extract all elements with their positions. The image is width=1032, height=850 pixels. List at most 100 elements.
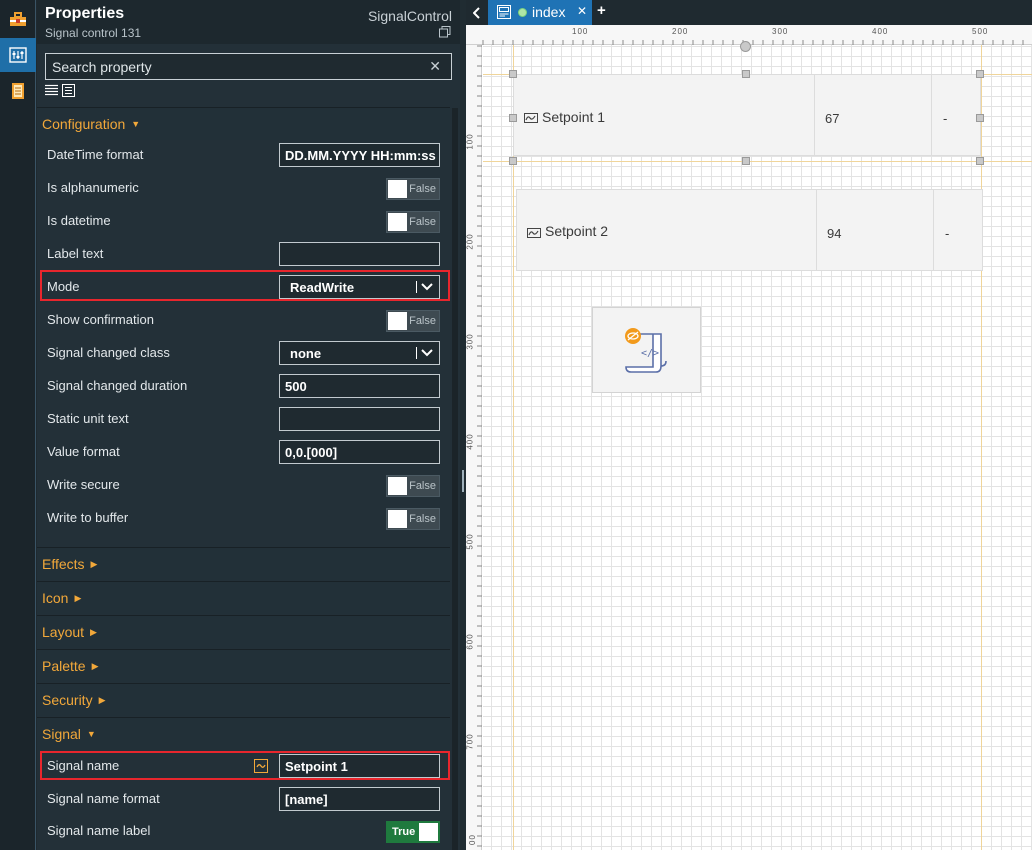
tab-index[interactable]: index ✕ (488, 0, 592, 25)
label-text-input[interactable] (279, 242, 440, 266)
add-tab-button[interactable]: + (597, 2, 606, 19)
resize-handle[interactable] (976, 70, 984, 78)
row-mode: Mode ReadWrite (37, 270, 450, 303)
prop-label: Signal changed duration (47, 378, 188, 393)
panel-scrollbar[interactable] (452, 108, 458, 850)
svg-text:</>: </> (641, 348, 659, 359)
show-confirmation-toggle[interactable]: False (386, 310, 440, 332)
signal-name-input[interactable]: Setpoint 1 (279, 754, 440, 778)
page-icon (497, 5, 511, 19)
caret-right-icon: ▶ (74, 592, 82, 603)
ruler-tick-label: 00 (467, 834, 477, 845)
resize-handle[interactable] (976, 157, 984, 165)
row-static-unit-text: Static unit text (37, 402, 450, 435)
section-configuration[interactable]: Configuration ▼ (37, 107, 450, 140)
list-view-icon[interactable] (45, 84, 58, 97)
tab-bar: index ✕ + (466, 0, 1032, 25)
section-label: Effects (42, 556, 85, 572)
row-is-datetime: Is datetime False (37, 204, 450, 237)
ruler-tick-label: 100 (466, 133, 475, 150)
signal-value: 67 (825, 111, 840, 126)
ruler-tick-label: 700 (466, 733, 475, 750)
left-rail (0, 0, 36, 850)
resize-handle[interactable] (509, 157, 517, 165)
section-signal[interactable]: Signal ▼ (37, 717, 450, 750)
copy-icon[interactable] (439, 26, 451, 38)
grouped-view-icon[interactable] (62, 84, 75, 97)
value-format-input[interactable]: 0,0.[000] (279, 440, 440, 464)
section-label: Configuration (42, 116, 126, 132)
properties-panel: Properties Signal control 131 SignalCont… (37, 0, 460, 850)
mode-select[interactable]: ReadWrite (279, 275, 440, 299)
design-canvas[interactable]: Setpoint 1 67 - Setpoint 2 94 - </> (483, 41, 1032, 850)
ruler-tick-label: 400 (466, 433, 475, 450)
resize-handle[interactable] (976, 114, 984, 122)
is-datetime-toggle[interactable]: False (386, 211, 440, 233)
row-value-format: Value format 0,0.[000] (37, 435, 450, 468)
row-datetime-format: DateTime format DD.MM.YYYY HH:mm:ss (37, 138, 450, 171)
ruler-tick-label: 300 (772, 27, 789, 36)
section-label: Signal (42, 726, 81, 742)
section-icon[interactable]: Icon ▶ (37, 581, 450, 614)
close-tab-icon[interactable]: ✕ (577, 4, 587, 18)
resize-handle[interactable] (509, 114, 517, 122)
caret-right-icon: ▶ (90, 558, 98, 569)
status-dot (518, 8, 527, 17)
prop-label: Write to buffer (47, 510, 129, 525)
search-input[interactable] (46, 54, 416, 79)
control-type: SignalControl (367, 8, 452, 24)
prop-label: Show confirmation (47, 312, 154, 327)
toolbox-icon[interactable] (0, 2, 36, 36)
signal-unit: - (943, 111, 948, 126)
section-effects[interactable]: Effects ▶ (37, 547, 450, 580)
properties-header: Properties Signal control 131 SignalCont… (37, 0, 460, 44)
row-is-alphanumeric: Is alphanumeric False (37, 171, 450, 204)
prop-label: Label text (47, 246, 104, 261)
ruler-tick-label: 100 (572, 27, 589, 36)
script-scroll-icon: </> (625, 328, 667, 373)
signal-name-text: Setpoint 2 (545, 223, 609, 239)
chevron-down-icon (421, 349, 433, 357)
write-secure-toggle[interactable]: False (386, 475, 440, 497)
rotate-handle[interactable] (740, 41, 751, 52)
clear-search-icon[interactable]: ✕ (429, 58, 441, 75)
tab-back-button[interactable] (466, 0, 487, 25)
write-to-buffer-toggle[interactable]: False (386, 508, 440, 530)
prop-label: Signal changed class (47, 345, 170, 360)
is-alphanumeric-toggle[interactable]: False (386, 178, 440, 200)
row-show-confirmation: Show confirmation False (37, 303, 450, 336)
section-palette[interactable]: Palette ▶ (37, 649, 450, 682)
signal-changed-class-select[interactable]: none (279, 341, 440, 365)
datetime-format-input[interactable]: DD.MM.YYYY HH:mm:ss (279, 143, 440, 167)
signal-control[interactable]: Setpoint 2 94 - (516, 189, 983, 271)
guide-line (981, 45, 982, 850)
prop-label: Is alphanumeric (47, 180, 139, 195)
ruler-tick-label: 500 (466, 533, 475, 550)
prop-label: Is datetime (47, 213, 111, 228)
prop-label: Signal name format (47, 791, 160, 806)
section-layout[interactable]: Layout ▶ (37, 615, 450, 648)
guide-line (513, 45, 514, 850)
row-signal-name: Signal name Setpoint 1 (37, 749, 450, 782)
static-unit-text-input[interactable] (279, 407, 440, 431)
prop-label: Static unit text (47, 411, 129, 426)
properties-icon[interactable] (0, 38, 36, 72)
row-write-secure: Write secure False (37, 468, 450, 501)
notebook-icon[interactable] (0, 74, 36, 108)
signal-control-selected[interactable]: Setpoint 1 67 - (513, 74, 981, 156)
prop-label: Mode (47, 279, 80, 294)
signal-name-label-toggle[interactable]: True (386, 821, 440, 843)
ruler-vertical: 100 200 300 400 500 600 700 00 (466, 45, 482, 850)
row-write-to-buffer: Write to buffer False (37, 501, 450, 534)
script-control[interactable]: </> (592, 307, 701, 393)
resize-handle[interactable] (742, 70, 750, 78)
signal-browse-icon[interactable] (254, 759, 268, 773)
resize-handle[interactable] (509, 70, 517, 78)
view-toggle (45, 84, 75, 97)
signal-name-text: Setpoint 1 (542, 109, 606, 125)
resize-handle[interactable] (742, 157, 750, 165)
section-label: Palette (42, 658, 86, 674)
section-security[interactable]: Security ▶ (37, 683, 450, 716)
signal-name-format-input[interactable]: [name] (279, 787, 440, 811)
signal-changed-duration-input[interactable]: 500 (279, 374, 440, 398)
